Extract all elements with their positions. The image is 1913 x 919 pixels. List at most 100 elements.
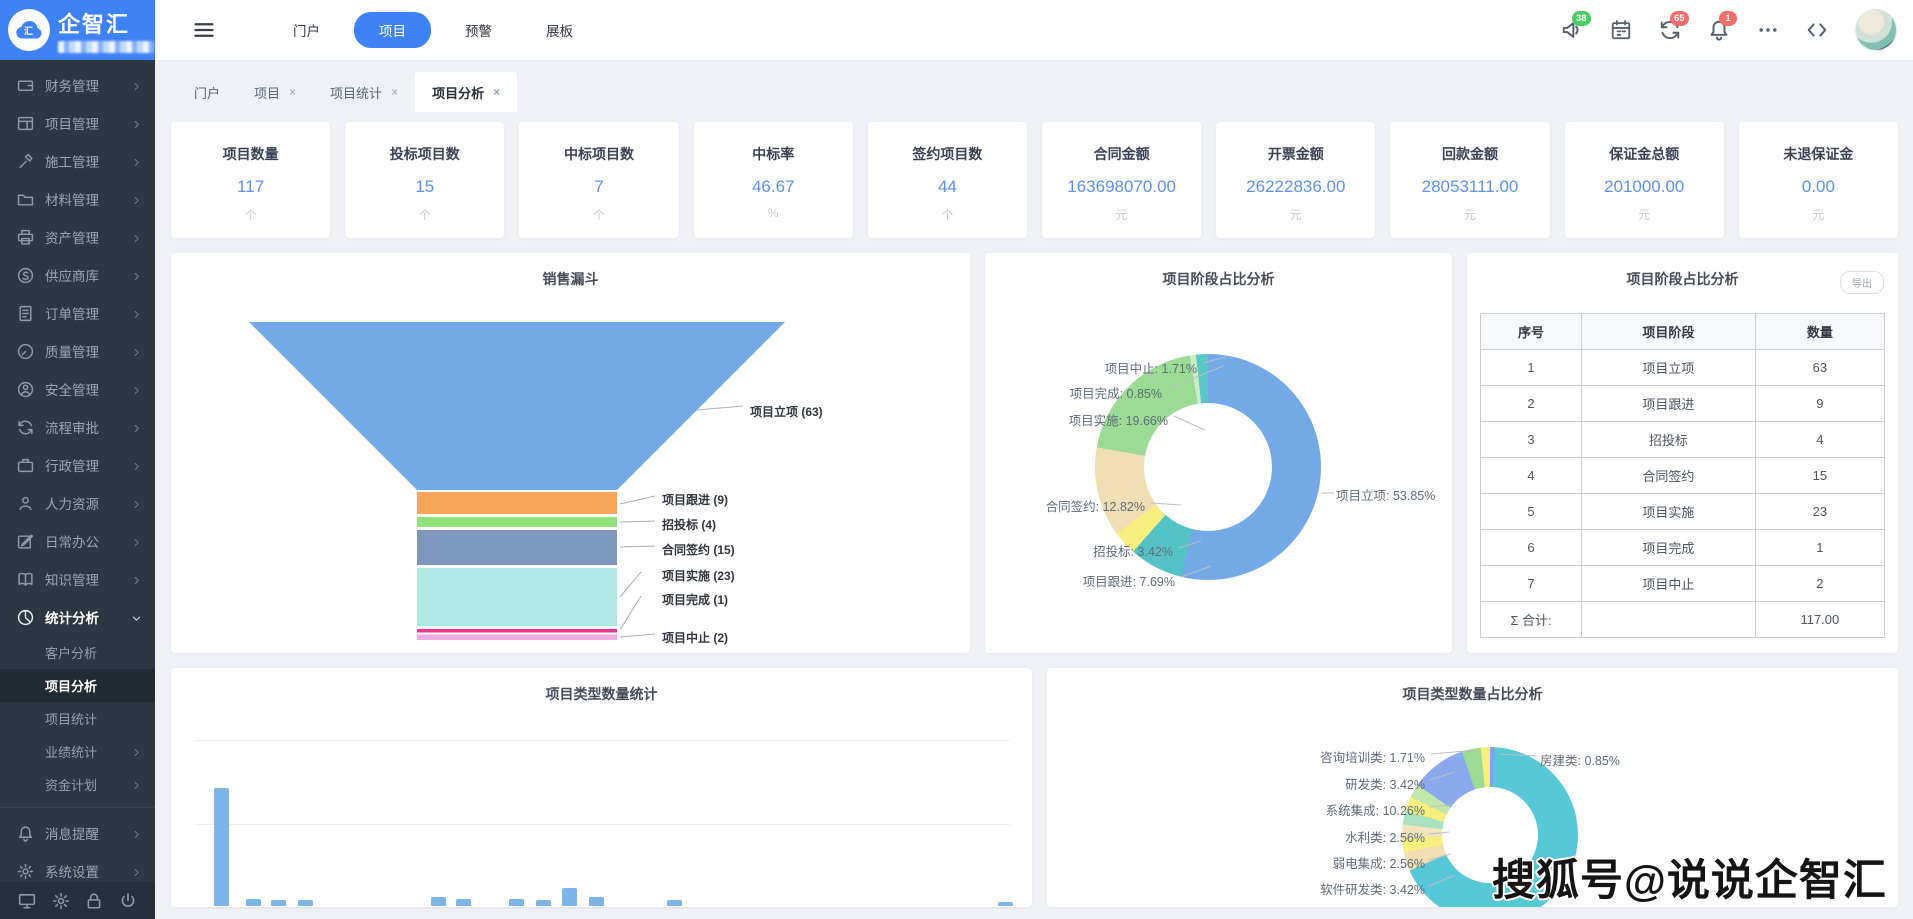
sidebar-item-人力资源[interactable]: 人力资源 xyxy=(0,484,155,522)
table-cell: 5 xyxy=(1481,494,1582,530)
stat-card-开票金额: 开票金额26222836.00元 xyxy=(1216,122,1375,238)
sidebar-item-订单管理[interactable]: 订单管理 xyxy=(0,294,155,332)
chevron-right-icon xyxy=(131,346,142,357)
tab-label: 项目 xyxy=(254,83,280,102)
tab-项目分析[interactable]: 项目分析× xyxy=(415,72,517,112)
sidebar-item-label: 施工管理 xyxy=(45,151,99,171)
hamburger-menu-icon[interactable] xyxy=(193,19,215,41)
stat-card-value: 46.67 xyxy=(694,177,853,197)
bell-icon[interactable]: 1 xyxy=(1708,19,1730,41)
sidebar-item-业绩统计[interactable]: 业绩统计 xyxy=(0,735,155,768)
stat-card-value: 44 xyxy=(868,177,1027,197)
stage-table: 序号项目阶段数量1项目立项632项目跟进93招投标44合同签约155项目实施23… xyxy=(1480,313,1885,638)
brand-logo[interactable]: 汇 企智汇 xyxy=(0,0,155,60)
topbar-actions: 38 65 1 xyxy=(1561,9,1897,51)
donut-slice-label: 系统集成: 10.26% xyxy=(1265,800,1425,819)
sidebar-item-财务管理[interactable]: 财务管理 xyxy=(0,66,155,104)
sidebar-item-label: 质量管理 xyxy=(45,341,99,361)
more-options-icon[interactable] xyxy=(1757,19,1779,41)
sidebar-item-日常办公[interactable]: 日常办公 xyxy=(0,522,155,560)
table-cell: 2 xyxy=(1755,566,1884,602)
funnel-stage-label: 项目跟进 (9) xyxy=(662,491,728,508)
donut-slice-label: 水利类: 2.56% xyxy=(1285,827,1425,846)
chevron-right-icon xyxy=(131,80,142,91)
brand-cloud-letter: 汇 xyxy=(24,24,33,37)
material-icon xyxy=(17,191,34,208)
sidebar-item-消息提醒[interactable]: 消息提醒 xyxy=(0,814,155,852)
bar-chart-bar xyxy=(431,897,446,906)
chevron-right-icon xyxy=(131,746,142,757)
topbar: 门户项目预警展板 38 65 1 xyxy=(155,0,1913,61)
table-cell xyxy=(1582,602,1756,638)
table-row: 6项目完成1 xyxy=(1481,530,1885,566)
stat-card-title: 开票金额 xyxy=(1216,144,1375,164)
power-icon[interactable] xyxy=(119,892,137,910)
sidebar-item-行政管理[interactable]: 行政管理 xyxy=(0,446,155,484)
tab-项目统计[interactable]: 项目统计× xyxy=(313,72,415,112)
table-row: 1项目立项63 xyxy=(1481,350,1885,386)
user-avatar[interactable] xyxy=(1855,9,1897,51)
gear-icon[interactable] xyxy=(52,892,70,910)
stat-card-title: 投标项目数 xyxy=(345,144,504,164)
table-header: 项目阶段 xyxy=(1582,314,1756,350)
sidebar-item-label: 供应商库 xyxy=(45,265,99,285)
gear-icon xyxy=(17,863,34,880)
sidebar-item-项目分析[interactable]: 项目分析 xyxy=(0,669,155,702)
sidebar-item-知识管理[interactable]: 知识管理 xyxy=(0,560,155,598)
donut-slice-label: 合同签约: 12.82% xyxy=(1015,496,1145,515)
tab-close-icon[interactable]: × xyxy=(289,85,296,99)
sidebar-item-资产管理[interactable]: 资产管理 xyxy=(0,218,155,256)
chevron-right-icon xyxy=(131,779,142,790)
sidebar-item-项目管理[interactable]: 项目管理 xyxy=(0,104,155,142)
bell-icon xyxy=(17,825,34,842)
bar-chart-bar xyxy=(246,899,261,907)
monitor-icon[interactable] xyxy=(18,892,36,910)
nav-item-预警[interactable]: 预警 xyxy=(445,12,512,48)
export-button[interactable]: 导出 xyxy=(1840,271,1884,294)
calendar-icon[interactable] xyxy=(1610,19,1632,41)
stat-card-title: 中标率 xyxy=(694,144,853,164)
nav-item-项目[interactable]: 项目 xyxy=(354,12,431,48)
sidebar-item-供应商库[interactable]: 供应商库 xyxy=(0,256,155,294)
funnel-stage-label: 项目立项 (63) xyxy=(750,403,823,420)
stat-card-投标项目数: 投标项目数15个 xyxy=(345,122,504,238)
sidebar-item-施工管理[interactable]: 施工管理 xyxy=(0,142,155,180)
code-brackets-icon[interactable] xyxy=(1806,19,1828,41)
lock-icon[interactable] xyxy=(85,892,103,910)
chevron-right-icon xyxy=(131,422,142,433)
tab-close-icon[interactable]: × xyxy=(493,85,500,99)
stage-table-title: 项目阶段占比分析 xyxy=(1467,269,1898,289)
table-cell: 4 xyxy=(1481,458,1582,494)
funnel-panel: 销售漏斗 项目立项 (63)项目跟进 (9)招投标 (4)合同签约 (15)项目… xyxy=(171,253,970,653)
sidebar-item-label: 消息提醒 xyxy=(45,823,99,843)
sidebar-item-资金计划[interactable]: 资金计划 xyxy=(0,768,155,801)
sidebar-item-系统设置[interactable]: 系统设置 xyxy=(0,852,155,882)
nav-item-展板[interactable]: 展板 xyxy=(526,12,593,48)
tab-close-icon[interactable]: × xyxy=(391,85,398,99)
donut-slice-label: 项目中止: 1.71% xyxy=(1065,358,1197,377)
nav-item-门户[interactable]: 门户 xyxy=(273,12,340,48)
chevron-right-icon xyxy=(131,194,142,205)
sidebar-item-项目统计[interactable]: 项目统计 xyxy=(0,702,155,735)
sync-icon[interactable]: 65 xyxy=(1659,19,1681,41)
sidebar-item-质量管理[interactable]: 质量管理 xyxy=(0,332,155,370)
brand-title: 企智汇 xyxy=(58,7,147,39)
tab-项目[interactable]: 项目 × xyxy=(237,72,313,112)
bell-badge: 1 xyxy=(1719,11,1737,26)
sidebar-item-客户分析[interactable]: 客户分析 xyxy=(0,636,155,669)
quality-icon xyxy=(17,343,34,360)
sidebar-item-流程审批[interactable]: 流程审批 xyxy=(0,408,155,446)
funnel-stage-label: 项目完成 (1) xyxy=(662,591,728,608)
announcement-icon[interactable]: 38 xyxy=(1561,19,1583,41)
stat-card-unit: 元 xyxy=(1390,206,1549,223)
stat-card-value: 28053111.00 xyxy=(1390,177,1549,197)
sidebar-item-安全管理[interactable]: 安全管理 xyxy=(0,370,155,408)
stat-card-title: 中标项目数 xyxy=(519,144,678,164)
stat-card-title: 签约项目数 xyxy=(868,144,1027,164)
table-header: 数量 xyxy=(1755,314,1884,350)
donut-slice-label: 项目立项: 53.85% xyxy=(1336,485,1452,504)
sidebar-item-材料管理[interactable]: 材料管理 xyxy=(0,180,155,218)
tab-门户[interactable]: 门户 xyxy=(177,72,237,112)
project-icon xyxy=(17,115,34,132)
sidebar-item-统计分析[interactable]: 统计分析 xyxy=(0,598,155,636)
